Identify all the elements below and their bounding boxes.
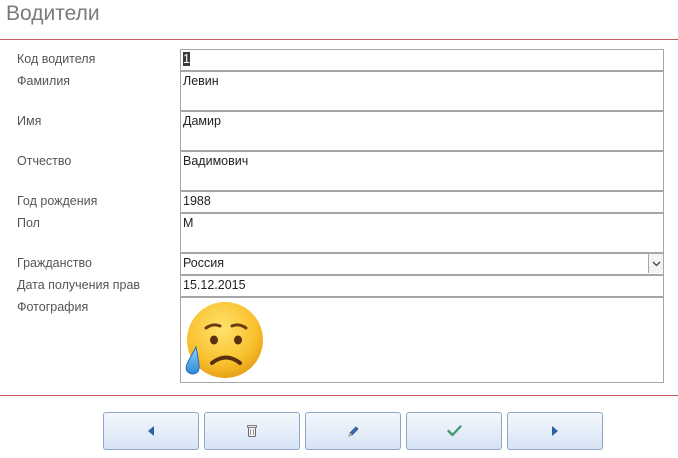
chevron-down-icon[interactable]: [648, 254, 663, 273]
divider-top: [0, 39, 678, 40]
first-name-field[interactable]: Дамир: [180, 111, 664, 151]
pencil-icon: [347, 425, 359, 437]
trash-icon: [247, 425, 257, 437]
arrow-right-icon: [552, 426, 558, 436]
divider-bottom: [0, 395, 678, 396]
driver-id-field[interactable]: 1: [180, 49, 664, 71]
form-title: Водители: [6, 2, 100, 25]
gender-field[interactable]: М: [180, 213, 664, 253]
label-driver-id: Код водителя: [17, 52, 96, 66]
label-birth-year: Год рождения: [17, 194, 98, 208]
label-gender: Пол: [17, 216, 40, 230]
last-name-field[interactable]: Левин: [180, 71, 664, 111]
license-date-field[interactable]: 15.12.2015: [180, 275, 664, 297]
citizenship-combobox[interactable]: Россия: [180, 253, 664, 275]
save-record-button[interactable]: [406, 412, 502, 450]
driver-id-value: 1: [183, 52, 190, 66]
label-patronymic: Отчество: [17, 154, 72, 168]
patronymic-field[interactable]: Вадимович: [180, 151, 664, 191]
label-license-date: Дата получения прав: [17, 278, 141, 292]
label-last-name: Фамилия: [17, 74, 71, 88]
label-first-name: Имя: [17, 114, 42, 128]
checkmark-icon: [446, 425, 462, 437]
label-citizenship: Гражданство: [17, 256, 92, 270]
citizenship-value: Россия: [183, 256, 224, 270]
delete-record-button[interactable]: [204, 412, 300, 450]
arrow-left-icon: [148, 426, 154, 436]
edit-record-button[interactable]: [305, 412, 401, 450]
photo-field[interactable]: [180, 297, 664, 383]
birth-year-field[interactable]: 1988: [180, 191, 664, 213]
previous-record-button[interactable]: [103, 412, 199, 450]
sad-face-icon: [182, 300, 266, 382]
next-record-button[interactable]: [507, 412, 603, 450]
label-photo: Фотография: [17, 300, 89, 314]
